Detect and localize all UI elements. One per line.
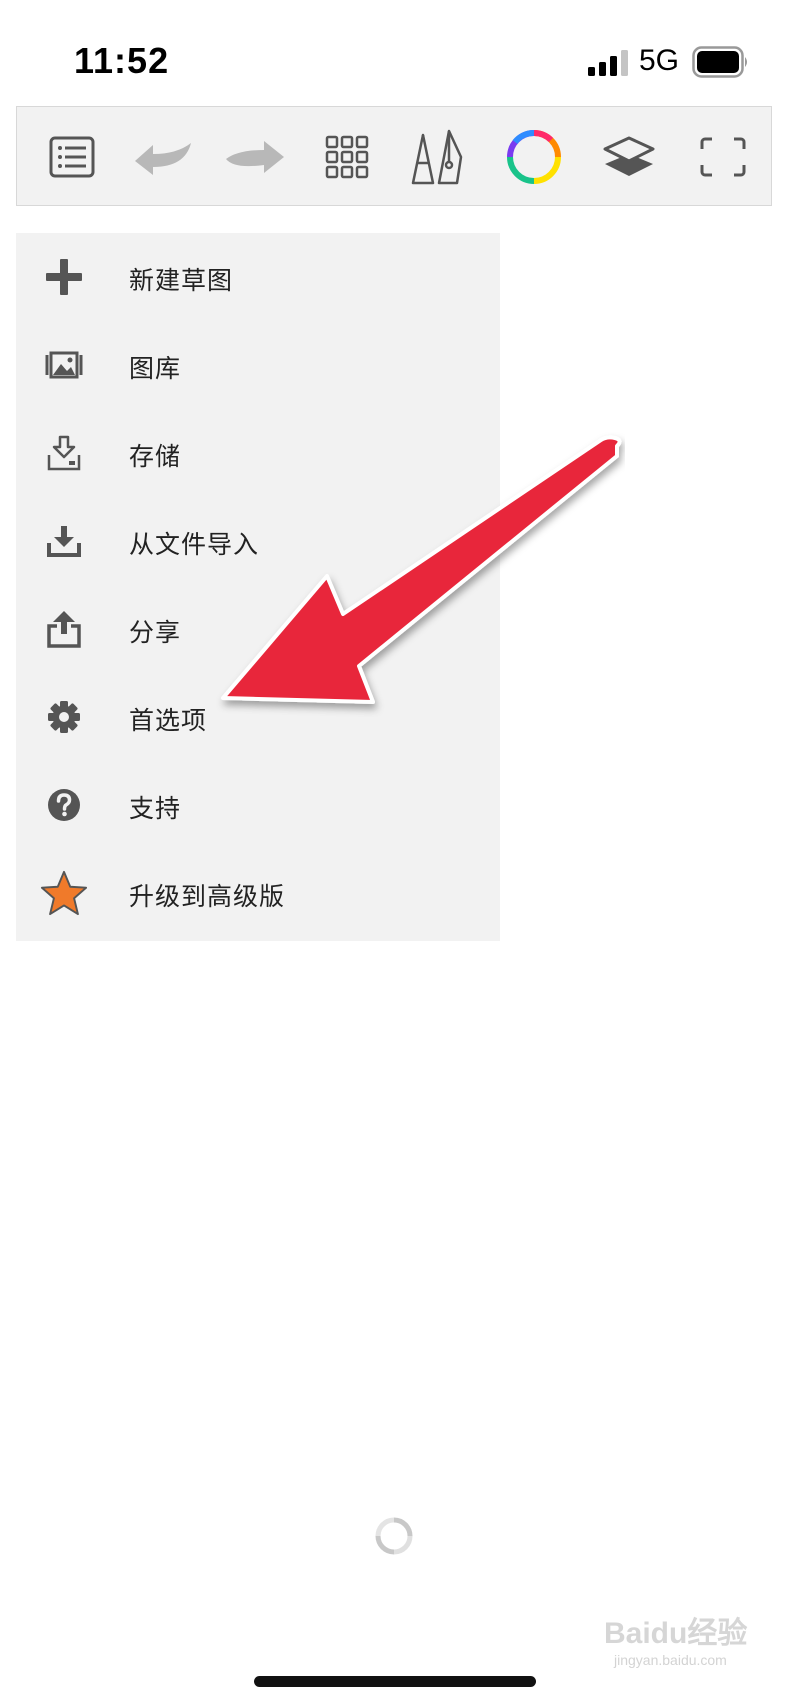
status-time: 11:52 — [74, 40, 170, 81]
redo-icon[interactable] — [223, 125, 287, 189]
menu-item-support[interactable]: 支持 — [16, 761, 500, 849]
gallery-icon — [40, 341, 88, 389]
menu-item-new-sketch[interactable]: 新建草图 — [16, 233, 500, 321]
drawing-toolbar — [16, 106, 772, 206]
cellular-signal-icon — [588, 50, 628, 76]
share-icon — [40, 605, 88, 653]
layers-icon[interactable] — [597, 125, 661, 189]
save-icon — [40, 429, 88, 477]
star-icon — [40, 869, 88, 917]
color-wheel-icon[interactable] — [502, 125, 566, 189]
menu-item-label: 首选项 — [129, 706, 208, 735]
gear-icon — [40, 693, 88, 741]
menu-item-label: 分享 — [129, 618, 182, 647]
battery-icon — [692, 46, 747, 78]
undo-icon[interactable] — [132, 125, 196, 189]
menu-item-label: 支持 — [129, 794, 182, 823]
help-icon — [40, 781, 88, 829]
grid-icon[interactable] — [315, 125, 379, 189]
watermark-url: jingyan.baidu.com — [614, 1652, 727, 1668]
annotation-arrow — [221, 435, 622, 704]
brush-pen-icon[interactable] — [407, 125, 471, 189]
fullscreen-icon[interactable] — [691, 125, 755, 189]
menu-item-label: 图库 — [129, 354, 182, 383]
menu-item-upgrade[interactable]: 升级到高级版 — [16, 849, 500, 937]
import-icon — [40, 517, 88, 565]
network-type: 5G — [639, 44, 680, 77]
plus-icon — [40, 253, 88, 301]
menu-item-gallery[interactable]: 图库 — [16, 321, 500, 409]
menu-item-label: 存储 — [129, 442, 182, 471]
menu-item-label: 新建草图 — [129, 266, 234, 295]
watermark-text: Baidu经验 — [604, 1617, 748, 1650]
home-indicator[interactable] — [254, 1676, 536, 1687]
menu-item-label: 升级到高级版 — [129, 882, 286, 911]
loading-spinner-icon — [375, 1517, 413, 1555]
app-screen: 11:52 5G 新建草图 图库 存储 从文件导入 分享 首选项 支持 升级到高… — [0, 0, 788, 1706]
list-menu-icon[interactable] — [40, 125, 104, 189]
watermark: Baidu经验 jingyan.baidu.com — [604, 1608, 774, 1678]
